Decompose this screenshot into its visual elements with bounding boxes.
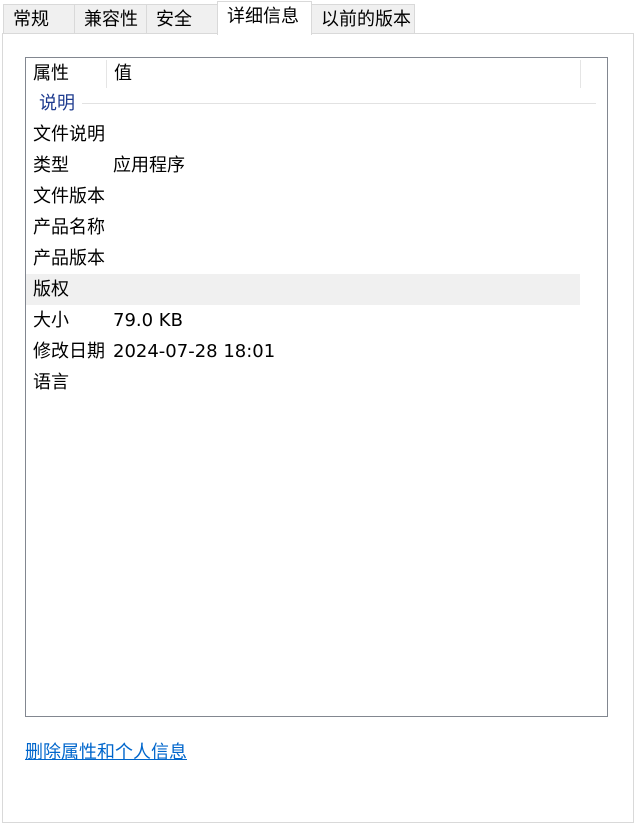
property-name: 文件版本 xyxy=(33,186,105,207)
table-row[interactable]: 产品版本 xyxy=(26,243,580,274)
property-value: 2024-07-28 18:01 xyxy=(113,341,276,362)
property-name: 产品版本 xyxy=(33,248,105,269)
table-row[interactable]: 修改日期 2024-07-28 18:01 xyxy=(26,336,580,367)
remove-properties-link[interactable]: 删除属性和个人信息 xyxy=(25,738,187,764)
group-header-description: 说明 xyxy=(26,90,607,118)
group-divider xyxy=(82,103,596,104)
property-name: 文件说明 xyxy=(33,124,105,145)
table-row[interactable]: 语言 xyxy=(26,367,580,398)
column-header-value[interactable]: 值 xyxy=(107,58,580,90)
group-label: 说明 xyxy=(39,93,75,114)
table-row[interactable]: 文件说明 xyxy=(26,119,580,150)
property-name: 修改日期 xyxy=(33,341,105,362)
tab-details[interactable]: 详细信息 xyxy=(217,1,312,35)
table-row[interactable]: 产品名称 xyxy=(26,212,580,243)
property-value: 79.0 KB xyxy=(113,310,183,331)
property-name: 类型 xyxy=(33,155,69,176)
table-row[interactable]: 文件版本 xyxy=(26,181,580,212)
list-header: 属性 值 xyxy=(26,58,607,90)
table-row-selected[interactable]: 版权 xyxy=(26,274,580,305)
property-name: 语言 xyxy=(33,372,69,393)
property-name: 产品名称 xyxy=(33,217,105,238)
property-list[interactable]: 属性 值 说明 文件说明 类型 应用程序 文件版本 产品名称 产品版本 版权 大… xyxy=(25,57,608,717)
property-name: 大小 xyxy=(33,310,69,331)
tab-security[interactable]: 安全 xyxy=(146,4,218,33)
column-separator[interactable] xyxy=(580,60,581,88)
property-value: 应用程序 xyxy=(113,155,185,176)
tab-general[interactable]: 常规 xyxy=(3,4,75,33)
tab-compatibility[interactable]: 兼容性 xyxy=(74,4,147,33)
table-row[interactable]: 大小 79.0 KB xyxy=(26,305,580,336)
tab-previous-versions[interactable]: 以前的版本 xyxy=(311,4,415,33)
tab-strip: 常规 兼容性 安全 详细信息 以前的版本 xyxy=(0,0,636,35)
table-row[interactable]: 类型 应用程序 xyxy=(26,150,580,181)
property-name: 版权 xyxy=(33,279,69,300)
column-header-property[interactable]: 属性 xyxy=(26,58,106,90)
